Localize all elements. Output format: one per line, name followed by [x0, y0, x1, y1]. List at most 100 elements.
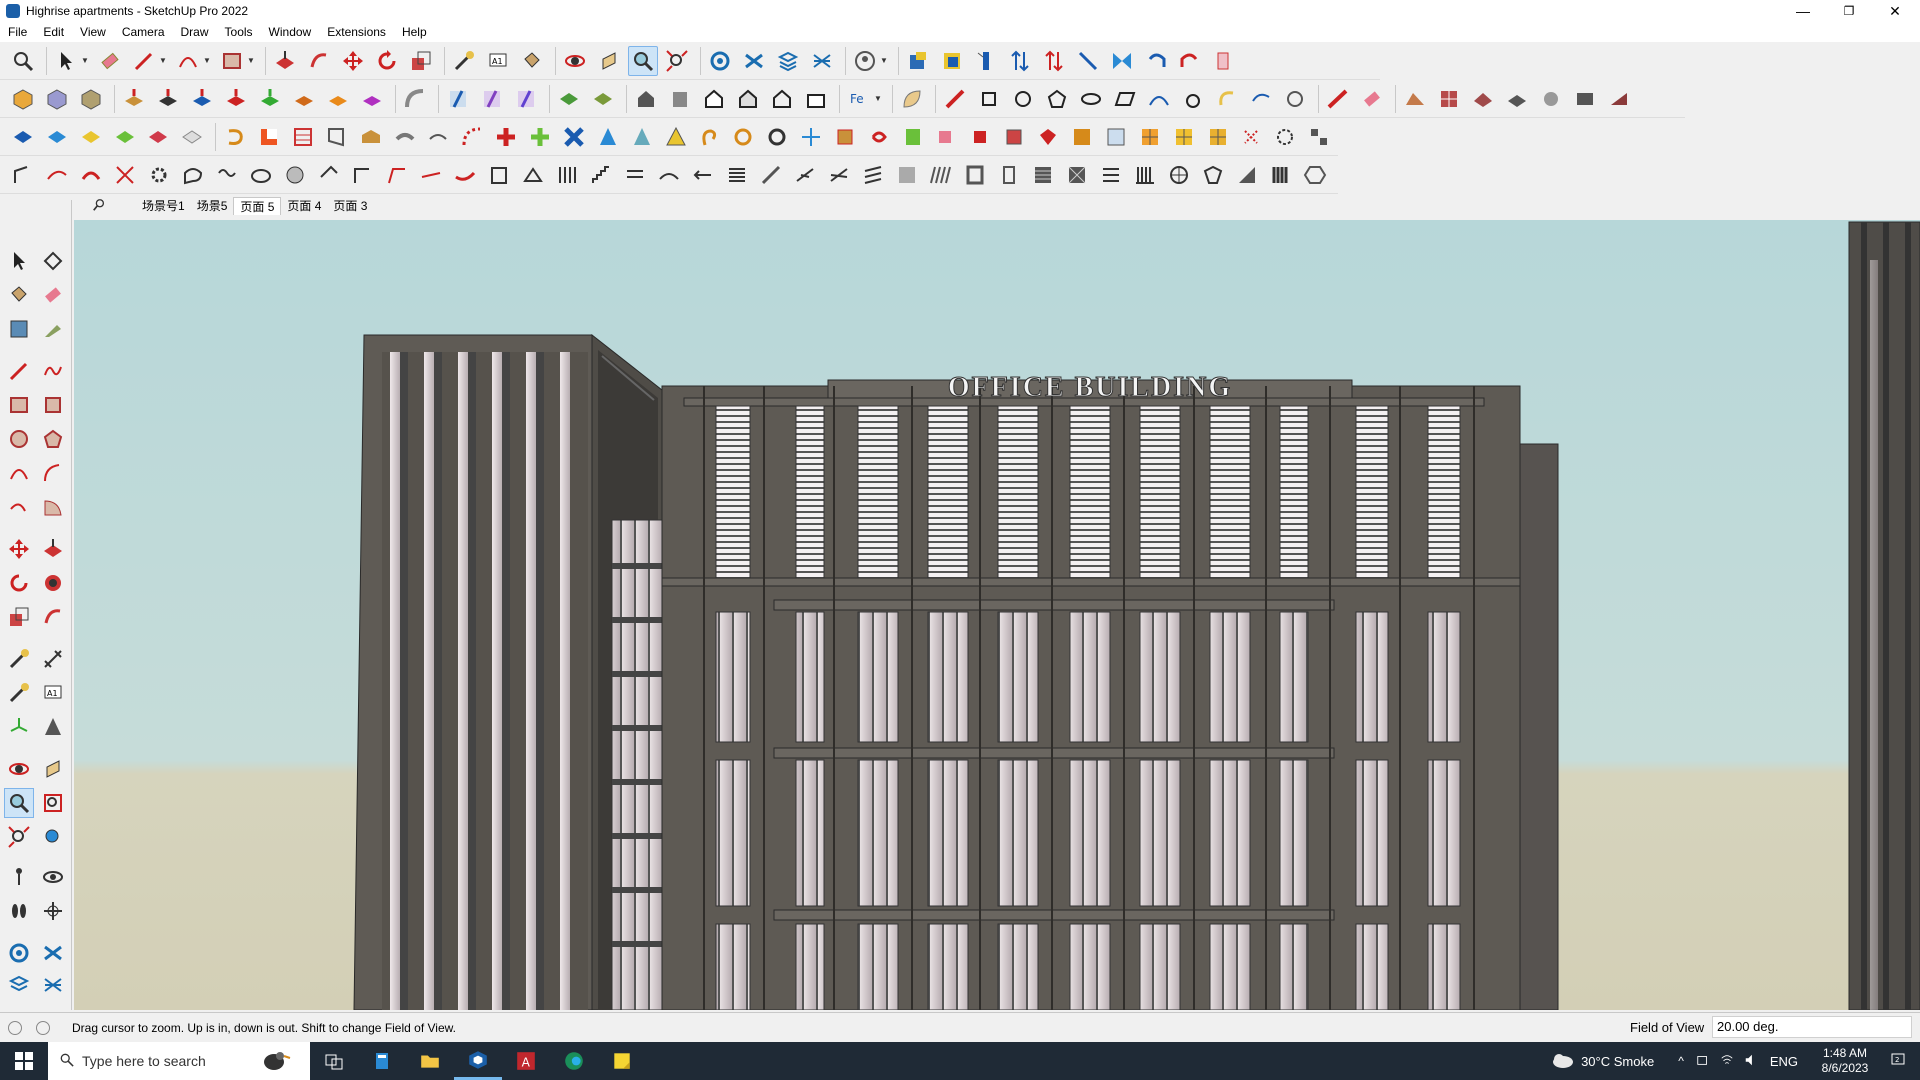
chevron-down-icon[interactable]: ▼ [880, 56, 890, 65]
house-back-icon[interactable] [733, 84, 763, 114]
outliner-icon[interactable] [807, 46, 837, 76]
circle-tool-icon[interactable] [4, 424, 34, 454]
rotated-rectangle-icon[interactable] [38, 390, 68, 420]
solid-trim-icon[interactable] [110, 122, 140, 152]
arrow-flip-icon[interactable] [1039, 46, 1069, 76]
ring-icon[interactable] [762, 122, 792, 152]
arc-icon[interactable] [173, 46, 203, 76]
scale-icon[interactable] [406, 46, 436, 76]
scissors-icon[interactable] [110, 160, 140, 190]
zoom-extents-tool-icon[interactable] [4, 822, 34, 852]
meet-now-icon[interactable] [1696, 1053, 1710, 1070]
surface-green-icon[interactable] [554, 84, 584, 114]
line-tool-left-icon[interactable] [4, 356, 34, 386]
search-icon[interactable] [92, 198, 112, 215]
network-icon[interactable] [1720, 1053, 1734, 1070]
push-pull-tool-icon[interactable] [38, 534, 68, 564]
line-tool-icon[interactable] [940, 84, 970, 114]
tape-measure-icon[interactable] [449, 46, 479, 76]
export-icon[interactable] [932, 122, 962, 152]
dimension-icon[interactable]: Fe [844, 84, 874, 114]
3d-warehouse-icon[interactable] [937, 46, 967, 76]
move-tool-icon[interactable] [4, 534, 34, 564]
curve-red-icon[interactable] [450, 160, 480, 190]
scene-tab-5[interactable]: 页面 3 [327, 197, 373, 215]
paint-bucket-tool-icon[interactable] [4, 280, 34, 310]
house-icon[interactable] [699, 84, 729, 114]
sticky-notes-icon[interactable] [598, 1042, 646, 1080]
shape-offset-icon[interactable] [1280, 84, 1310, 114]
components-icon[interactable] [705, 46, 735, 76]
cube-color-icon[interactable] [42, 84, 72, 114]
shield-icon[interactable] [1198, 160, 1228, 190]
geo-location-icon[interactable] [8, 1021, 22, 1035]
grid-orange-icon[interactable] [1135, 122, 1165, 152]
make-component-icon[interactable] [38, 246, 68, 276]
volume-icon[interactable] [1744, 1053, 1758, 1070]
shape-curve-icon[interactable] [1178, 84, 1208, 114]
fence-icon[interactable] [1130, 160, 1160, 190]
cube-icon[interactable] [8, 84, 38, 114]
select-icon[interactable] [51, 46, 81, 76]
pan-tool-icon[interactable] [38, 754, 68, 784]
pattern-icon[interactable] [1067, 122, 1097, 152]
red-square-icon[interactable] [254, 122, 284, 152]
bars-icon[interactable] [1266, 160, 1296, 190]
outliner-panel-icon[interactable] [38, 970, 68, 1000]
section-plane-icon[interactable] [971, 46, 1001, 76]
menu-draw[interactable]: Draw [173, 25, 217, 39]
axis-orange-icon[interactable] [323, 84, 353, 114]
account-icon[interactable] [850, 46, 880, 76]
orbit-tool-icon[interactable] [4, 754, 34, 784]
offset-tool-icon[interactable] [38, 602, 68, 632]
pipe-icon[interactable] [390, 122, 420, 152]
corner-2-icon[interactable] [382, 160, 412, 190]
ramp-icon[interactable] [1232, 160, 1262, 190]
sandbox-icon[interactable] [1468, 84, 1498, 114]
columns-icon[interactable] [552, 160, 582, 190]
zoom-tool-icon[interactable] [628, 45, 658, 76]
solid-split-icon[interactable] [144, 122, 174, 152]
slash-violet-icon[interactable] [511, 84, 541, 114]
measurements-input[interactable]: 20.00 deg. [1712, 1016, 1912, 1038]
hand-icon[interactable] [1209, 46, 1239, 76]
styles-icon[interactable] [739, 46, 769, 76]
fan-icon[interactable] [824, 160, 854, 190]
tag-picker-icon[interactable] [38, 314, 68, 344]
compass-icon[interactable] [796, 122, 826, 152]
menu-file[interactable]: File [0, 25, 35, 39]
grid-components-icon[interactable] [1304, 122, 1334, 152]
scale-tool-icon[interactable] [4, 602, 34, 632]
3d-text-tool-icon[interactable] [38, 712, 68, 742]
scene-tab-4[interactable]: 页面 4 [281, 197, 327, 215]
shape-freehand-icon[interactable] [1246, 84, 1276, 114]
green-cross-icon[interactable] [525, 122, 555, 152]
extension-warehouse-icon[interactable] [903, 46, 933, 76]
terrain-icon[interactable] [1400, 84, 1430, 114]
arrow-left-icon[interactable] [688, 160, 718, 190]
dimension-tool-icon[interactable] [38, 644, 68, 674]
axes-tool-icon[interactable] [4, 712, 34, 742]
push-pull-icon[interactable] [270, 46, 300, 76]
chevron-down-icon[interactable]: ▼ [159, 56, 169, 65]
chevron-down-icon[interactable]: ▼ [247, 56, 257, 65]
menu-camera[interactable]: Camera [114, 25, 173, 39]
layers-icon[interactable] [773, 46, 803, 76]
bundle-icon[interactable] [999, 122, 1029, 152]
acrobat-app-icon[interactable]: A [502, 1042, 550, 1080]
info-icon[interactable] [36, 1021, 50, 1035]
axis-blue-icon[interactable] [187, 84, 217, 114]
stamp-icon[interactable] [1536, 84, 1566, 114]
axis-north-icon[interactable] [289, 84, 319, 114]
rotate-icon[interactable] [372, 46, 402, 76]
hook-icon[interactable] [695, 122, 725, 152]
bezier-icon[interactable] [76, 160, 106, 190]
hexagon-icon[interactable] [1300, 160, 1330, 190]
freehand-tool-icon[interactable] [38, 356, 68, 386]
previous-view-icon[interactable] [38, 822, 68, 852]
slats-icon[interactable] [926, 160, 956, 190]
roof-icon[interactable] [518, 160, 548, 190]
text-icon[interactable]: A1 [483, 46, 513, 76]
sweep-icon[interactable] [400, 84, 430, 114]
protractor-tool-icon[interactable] [4, 678, 34, 708]
